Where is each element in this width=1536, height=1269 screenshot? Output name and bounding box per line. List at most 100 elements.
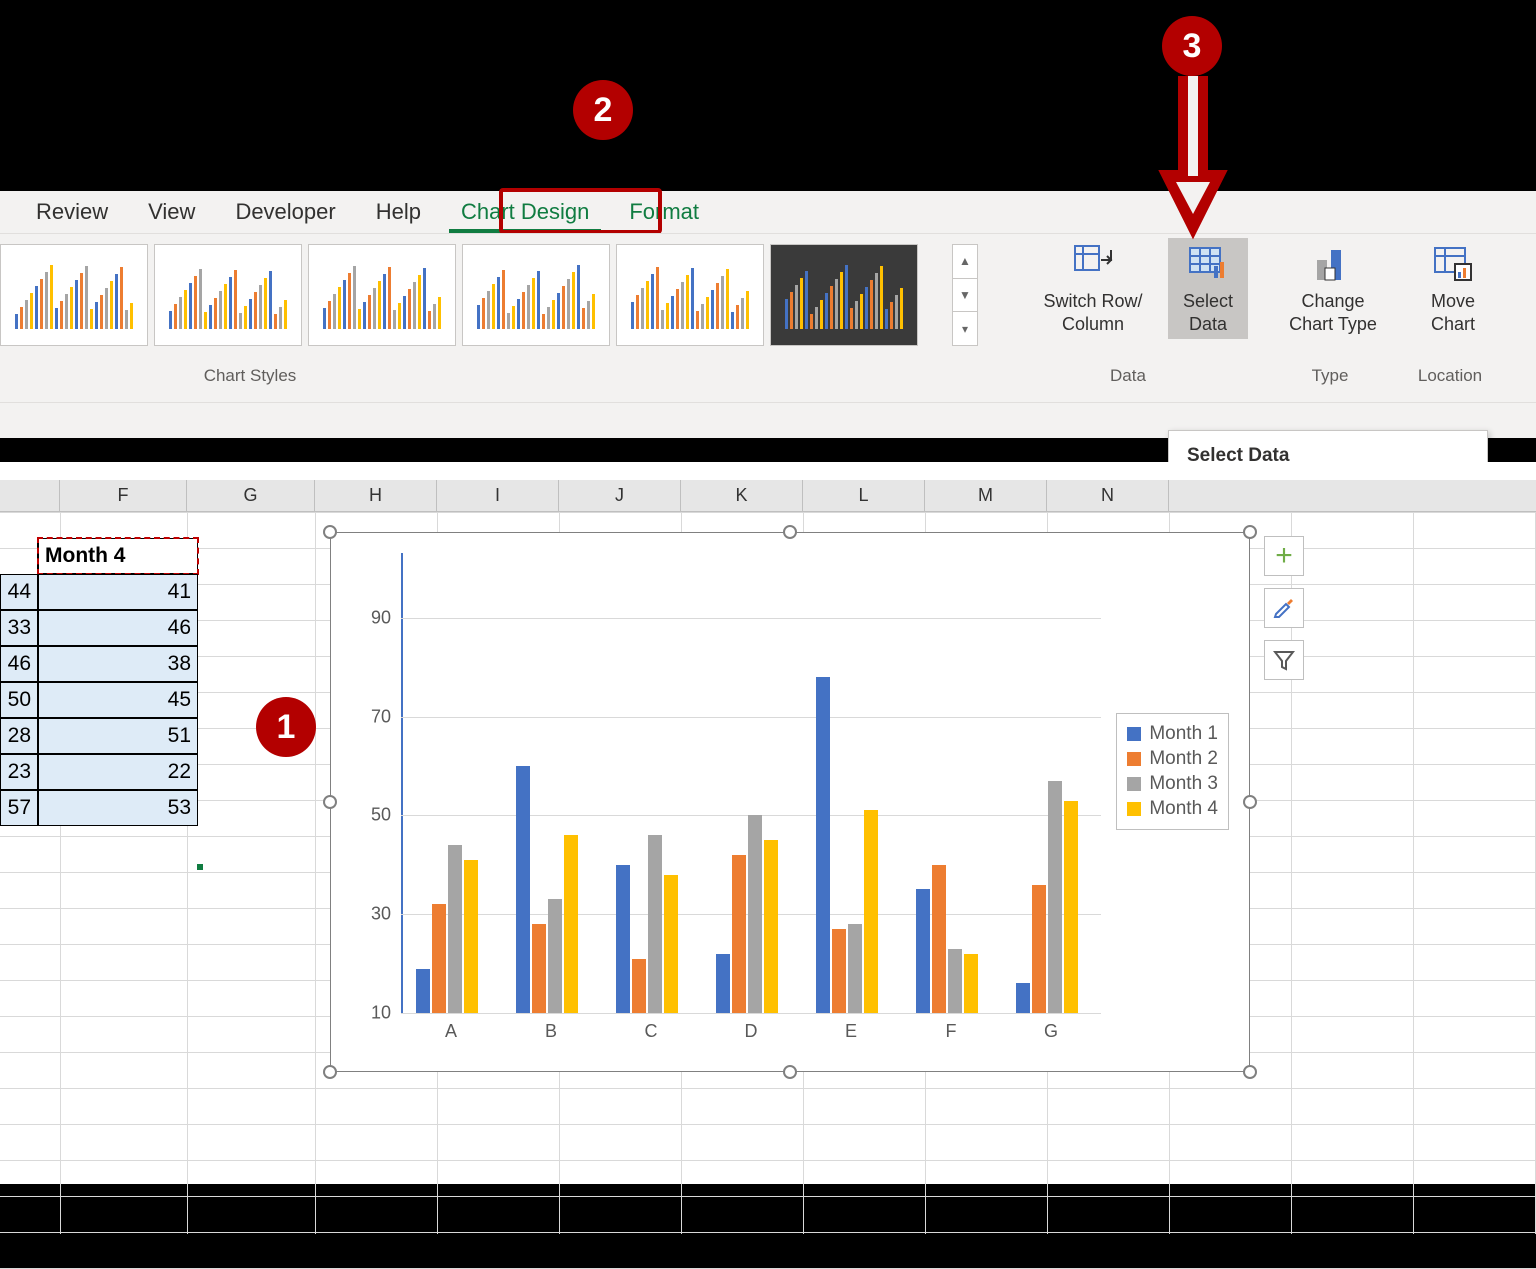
move-chart-button[interactable]: Move Chart (1408, 238, 1498, 339)
chart-resize-handle[interactable] (1243, 525, 1257, 539)
col-header-F[interactable]: F (60, 480, 187, 511)
selection-handle[interactable] (195, 862, 205, 872)
table-cell[interactable]: 38 (38, 646, 198, 682)
bar-Month1-B[interactable] (516, 766, 530, 1013)
tab-view[interactable]: View (128, 193, 215, 231)
bar-Month1-F[interactable] (916, 889, 930, 1013)
table-cell[interactable]: 28 (0, 718, 38, 754)
table-cell[interactable]: 22 (38, 754, 198, 790)
chart-resize-handle[interactable] (323, 525, 337, 539)
chart-resize-handle[interactable] (1243, 795, 1257, 809)
chart-resize-handle[interactable] (783, 1065, 797, 1079)
bar-Month4-C[interactable] (664, 875, 678, 1013)
chart-styles-button[interactable] (1264, 588, 1304, 628)
chart-resize-handle[interactable] (323, 795, 337, 809)
table-cell[interactable]: 44 (0, 574, 38, 610)
table-cell[interactable]: 41 (38, 574, 198, 610)
bar-Month2-B[interactable] (532, 924, 546, 1013)
funnel-icon (1273, 649, 1295, 671)
bar-Month1-E[interactable] (816, 677, 830, 1013)
group-label-data: Data (1068, 366, 1188, 386)
col-header-K[interactable]: K (681, 480, 803, 511)
col-header-I[interactable]: I (437, 480, 559, 511)
bar-Month2-F[interactable] (932, 865, 946, 1013)
col-header-blank[interactable] (0, 480, 60, 511)
table-cell[interactable]: 46 (0, 646, 38, 682)
table-cell[interactable]: 53 (38, 790, 198, 826)
table-header-cell[interactable]: Month 4 (38, 538, 198, 574)
table-cell[interactable]: 51 (38, 718, 198, 754)
gallery-scroll[interactable]: ▲ ▼ ▾ (952, 244, 978, 346)
bar-Month4-F[interactable] (964, 954, 978, 1013)
move-chart-icon (1431, 242, 1475, 286)
tab-developer[interactable]: Developer (215, 193, 355, 231)
bar-Month4-D[interactable] (764, 840, 778, 1013)
gallery-down-icon[interactable]: ▼ (953, 279, 977, 313)
bar-Month2-E[interactable] (832, 929, 846, 1013)
gallery-up-icon[interactable]: ▲ (953, 245, 977, 279)
legend-item[interactable]: Month 1 (1127, 723, 1218, 745)
gallery-more-icon[interactable]: ▾ (953, 312, 977, 345)
chart-style-gallery[interactable] (0, 244, 990, 349)
bar-Month1-A[interactable] (416, 969, 430, 1013)
bar-Month3-A[interactable] (448, 845, 462, 1013)
bar-Month3-B[interactable] (548, 899, 562, 1013)
table-cell[interactable]: 33 (0, 610, 38, 646)
chart-style-thumb[interactable] (308, 244, 456, 346)
bar-Month3-D[interactable] (748, 815, 762, 1013)
bar-Month4-G[interactable] (1064, 801, 1078, 1013)
embedded-chart[interactable]: 1030507090ABCDEFG Month 1Month 2Month 3M… (330, 532, 1250, 1072)
col-header-J[interactable]: J (559, 480, 681, 511)
bar-Month2-C[interactable] (632, 959, 646, 1013)
chart-elements-button[interactable]: + (1264, 536, 1304, 576)
bar-Month4-B[interactable] (564, 835, 578, 1013)
bar-Month3-F[interactable] (948, 949, 962, 1013)
change-chart-type-button[interactable]: Change Chart Type (1268, 238, 1398, 339)
bar-Month4-E[interactable] (864, 810, 878, 1013)
table-cell[interactable]: 45 (38, 682, 198, 718)
bar-Month1-C[interactable] (616, 865, 630, 1013)
col-header-M[interactable]: M (925, 480, 1047, 511)
chart-style-thumb[interactable] (616, 244, 764, 346)
tab-format[interactable]: Format (609, 193, 719, 231)
table-cell[interactable]: 46 (38, 610, 198, 646)
chart-filters-button[interactable] (1264, 640, 1304, 680)
tab-help[interactable]: Help (356, 193, 441, 231)
legend-item[interactable]: Month 2 (1127, 748, 1218, 770)
table-cell[interactable]: 23 (0, 754, 38, 790)
chart-legend[interactable]: Month 1 Month 2 Month 3 Month 4 (1116, 713, 1229, 830)
data-table[interactable]: Month 44441334646385045285123225753 (0, 538, 198, 826)
col-header-H[interactable]: H (315, 480, 437, 511)
bar-Month2-G[interactable] (1032, 885, 1046, 1013)
switch-row-column-button[interactable]: Switch Row/ Column (1018, 238, 1168, 339)
bar-Month3-G[interactable] (1048, 781, 1062, 1013)
bar-Month2-A[interactable] (432, 904, 446, 1013)
table-header-cell[interactable] (0, 538, 38, 574)
col-header-L[interactable]: L (803, 480, 925, 511)
spreadsheet[interactable]: FGHIJKLMN Month 444413346463850452851232… (0, 462, 1536, 1184)
y-tick-label: 10 (371, 1003, 391, 1024)
legend-item[interactable]: Month 3 (1127, 773, 1218, 795)
tab-chart-design[interactable]: Chart Design (441, 193, 609, 231)
bar-Month3-C[interactable] (648, 835, 662, 1013)
chart-resize-handle[interactable] (783, 525, 797, 539)
bar-Month1-G[interactable] (1016, 983, 1030, 1013)
chart-resize-handle[interactable] (1243, 1065, 1257, 1079)
table-cell[interactable]: 57 (0, 790, 38, 826)
chart-style-thumb[interactable] (154, 244, 302, 346)
bar-Month2-D[interactable] (732, 855, 746, 1013)
chart-style-thumb[interactable] (0, 244, 148, 346)
chart-style-thumb[interactable] (462, 244, 610, 346)
bar-Month1-D[interactable] (716, 954, 730, 1013)
chart-style-thumb[interactable] (770, 244, 918, 346)
bar-Month3-E[interactable] (848, 924, 862, 1013)
legend-item[interactable]: Month 4 (1127, 798, 1218, 820)
column-headers[interactable]: FGHIJKLMN (0, 480, 1536, 512)
col-header-N[interactable]: N (1047, 480, 1169, 511)
bar-Month4-A[interactable] (464, 860, 478, 1013)
tab-review[interactable]: Review (16, 193, 128, 231)
col-header-G[interactable]: G (187, 480, 315, 511)
x-tick-label: B (545, 1021, 557, 1042)
table-cell[interactable]: 50 (0, 682, 38, 718)
chart-resize-handle[interactable] (323, 1065, 337, 1079)
